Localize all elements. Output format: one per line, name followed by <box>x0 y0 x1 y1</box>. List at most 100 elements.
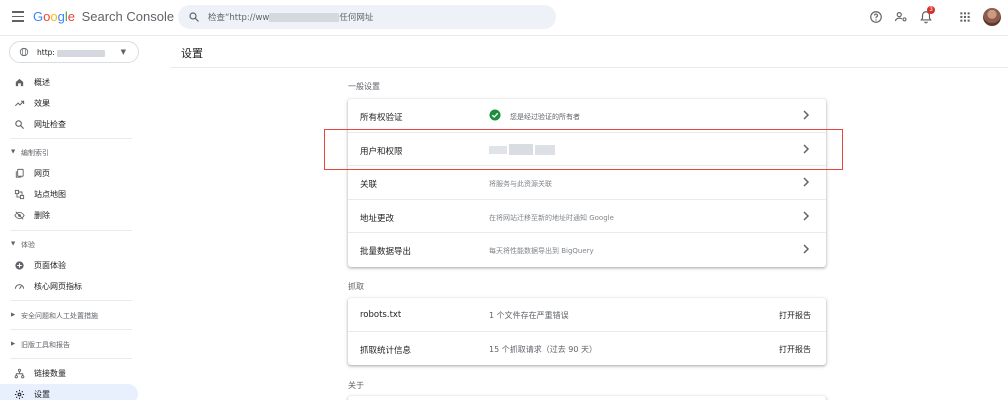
sidebar-item-performance[interactable]: 效果 <box>0 93 138 113</box>
row-description: 每天将性能数据导出到 BigQuery <box>489 247 594 255</box>
sidebar: http: ▼ 概述 效果 网址检查 ▼ 编制索引 网页 站点地图 删除 ▼ 体… <box>0 36 160 400</box>
sidebar-section-security[interactable]: ▶ 安全问题和人工处置措施 <box>0 308 138 324</box>
sidebar-section-experience[interactable]: ▼ 体验 <box>0 237 138 253</box>
trending-up-icon <box>15 100 25 107</box>
property-selector[interactable]: http: ▼ <box>9 41 139 63</box>
sidebar-item-label: 效果 <box>34 99 50 108</box>
sidebar-item-core-web-vitals[interactable]: 核心网页指标 <box>0 276 138 296</box>
row-robots-txt[interactable]: robots.txt 1 个文件存在严重错误 打开报告 <box>348 298 826 332</box>
sitemap-icon <box>14 189 25 200</box>
sidebar-item-overview[interactable]: 概述 <box>0 72 138 92</box>
row-label: 用户和权限 <box>360 146 403 157</box>
sidebar-section-indexing[interactable]: ▼ 编制索引 <box>0 145 138 161</box>
visibility-off-icon <box>14 211 25 220</box>
sidebar-item-page-experience[interactable]: 页面体验 <box>0 255 138 275</box>
sidebar-item-links[interactable]: 链接数量 <box>0 363 138 383</box>
speed-icon <box>14 284 25 290</box>
home-icon <box>15 78 24 87</box>
sidebar-item-label: 站点地图 <box>34 190 66 199</box>
row-label: 所有权验证 <box>360 113 403 123</box>
expand-caret-icon: ▼ <box>11 149 16 155</box>
sidebar-item-label: 核心网页指标 <box>34 282 82 291</box>
sidebar-item-removals[interactable]: 删除 <box>0 205 138 225</box>
property-url: http: <box>37 48 105 57</box>
notification-badge: 3 <box>927 6 935 14</box>
sidebar-section-label: 编制索引 <box>21 149 49 157</box>
sidebar-item-sitemaps[interactable]: 站点地图 <box>0 184 138 204</box>
row-associations[interactable]: 关联 将服务与此资源关联 <box>348 166 826 200</box>
dropdown-caret-icon: ▼ <box>120 48 126 56</box>
row-crawl-stats[interactable]: 抓取统计信息 15 个抓取请求（过去 90 天） 打开报告 <box>348 332 826 366</box>
sidebar-divider <box>10 230 132 231</box>
sidebar-divider <box>10 329 132 330</box>
manage-accounts-icon[interactable] <box>894 10 908 24</box>
redacted-property <box>56 49 105 57</box>
row-description: 您是经过验证的所有者 <box>510 113 580 121</box>
row-users-permissions[interactable]: 用户和权限 <box>348 133 826 166</box>
row-description: 1 个文件存在严重错误 <box>489 311 569 320</box>
row-label: 地址更改 <box>360 213 395 224</box>
apps-grid-icon[interactable] <box>958 10 972 24</box>
row-change-of-address[interactable]: 地址更改 在将网站迁移至新的地址时通知 Google <box>348 200 826 233</box>
section-crawl-label: 抓取 <box>348 282 364 291</box>
row-bulk-data-export[interactable]: 批量数据导出 每天将性能数据导出到 BigQuery <box>348 233 826 267</box>
open-report-link[interactable]: 打开报告 <box>779 310 811 321</box>
product-logo[interactable]: Google Search Console <box>33 9 174 24</box>
row-label: 抓取统计信息 <box>360 345 412 356</box>
url-inspection-search[interactable]: 检查“http://ww 任何网址 <box>178 5 556 29</box>
logo-letter: g <box>57 9 65 24</box>
file-copy-icon <box>15 168 24 178</box>
chevron-right-icon <box>803 177 810 187</box>
sidebar-item-label: 链接数量 <box>34 369 66 378</box>
sidebar-item-label: 网址检查 <box>34 120 66 129</box>
logo-letter: o <box>50 9 58 24</box>
sidebar-section-legacy[interactable]: ▶ 旧版工具和报告 <box>0 337 138 353</box>
sidebar-section-label: 安全问题和人工处置措施 <box>21 312 98 320</box>
check-circle-icon <box>489 109 501 121</box>
property-url-text: http: <box>37 48 55 57</box>
collapsed-caret-icon: ▶ <box>11 312 16 318</box>
about-card <box>348 396 826 400</box>
redacted-user-count <box>489 143 555 155</box>
search-placeholder: 检查“http://ww 任何网址 <box>208 11 373 23</box>
row-label: robots.txt <box>360 310 402 320</box>
search-text-suffix: 任何网址 <box>339 13 374 23</box>
help-icon[interactable] <box>869 10 883 24</box>
sidebar-divider <box>10 358 132 359</box>
sidebar-item-settings[interactable]: 设置 <box>0 384 138 400</box>
open-report-link[interactable]: 打开报告 <box>779 344 811 355</box>
page-title: 设置 <box>181 47 203 60</box>
product-name: Search Console <box>81 9 175 24</box>
search-icon <box>189 12 199 22</box>
redacted-url <box>269 13 340 22</box>
menu-icon[interactable] <box>12 11 24 23</box>
chevron-right-icon <box>803 143 810 154</box>
row-label: 批量数据导出 <box>360 247 412 257</box>
globe-icon <box>19 47 29 57</box>
collapsed-caret-icon: ▶ <box>11 341 16 347</box>
sidebar-item-label: 删除 <box>34 211 50 220</box>
top-app-bar: Google Search Console 检查“http://ww 任何网址 3 <box>0 0 1008 36</box>
search-icon <box>15 120 25 130</box>
plus-circle-icon <box>15 261 24 270</box>
sidebar-item-label: 概述 <box>34 78 50 87</box>
logo-letter: G <box>33 9 44 24</box>
chevron-right-icon <box>803 244 810 254</box>
sidebar-item-pages[interactable]: 网页 <box>0 163 138 183</box>
sidebar-item-label: 设置 <box>34 390 50 399</box>
title-divider <box>170 67 1008 68</box>
row-ownership-verification[interactable]: 所有权验证 您是经过验证的所有者 <box>348 99 826 133</box>
sidebar-section-label: 旧版工具和报告 <box>21 341 70 349</box>
sidebar-divider <box>10 138 132 139</box>
links-icon <box>14 368 25 379</box>
sidebar-divider <box>10 300 132 301</box>
gear-icon <box>14 389 25 400</box>
crawl-settings-card: robots.txt 1 个文件存在严重错误 打开报告 抓取统计信息 15 个抓… <box>348 298 826 365</box>
sidebar-section-label: 体验 <box>21 241 35 249</box>
row-label: 关联 <box>360 180 378 190</box>
chevron-right-icon <box>803 210 810 221</box>
chevron-right-icon <box>803 110 810 120</box>
account-avatar[interactable] <box>983 8 1001 26</box>
sidebar-item-url-inspection[interactable]: 网址检查 <box>0 114 138 134</box>
row-description: 15 个抓取请求（过去 90 天） <box>489 344 597 354</box>
